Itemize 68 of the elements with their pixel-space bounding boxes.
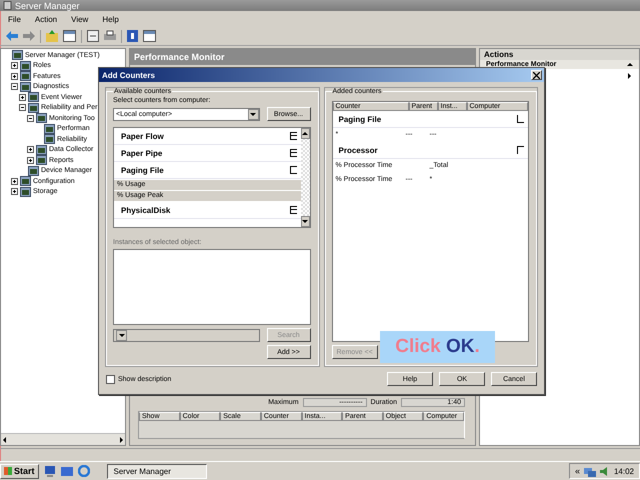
expand-icon[interactable] xyxy=(290,206,296,214)
object-name: Processor xyxy=(338,146,378,154)
window-icon xyxy=(36,144,47,155)
window-title: Server Manager xyxy=(15,0,80,10)
menu-item[interactable]: View xyxy=(71,14,88,24)
browser-icon[interactable] xyxy=(78,465,90,477)
expand-icon[interactable] xyxy=(290,132,296,140)
scrollbar[interactable] xyxy=(300,128,310,227)
help-icon[interactable] xyxy=(127,30,138,42)
caret-icon xyxy=(628,73,631,79)
expand-icon[interactable] xyxy=(517,146,524,154)
window-pane-icon[interactable] xyxy=(143,30,156,42)
start-button[interactable]: Start xyxy=(0,464,39,478)
menu-item[interactable]: File xyxy=(8,14,21,24)
expand-toggle[interactable] xyxy=(27,146,34,154)
window-icon xyxy=(28,102,39,113)
expand-toggle[interactable] xyxy=(11,178,18,185)
collapse-toggle[interactable] xyxy=(27,114,34,122)
window-icon xyxy=(36,155,47,166)
instance-list[interactable] xyxy=(113,248,310,325)
object-item[interactable]: Paper Pipe xyxy=(114,145,300,162)
expand-toggle[interactable] xyxy=(27,156,34,164)
window-icon xyxy=(20,176,31,186)
window-icon xyxy=(44,134,55,144)
window-pane-icon[interactable] xyxy=(87,30,99,42)
window-icon xyxy=(20,71,31,82)
object-item[interactable]: Paging File xyxy=(114,162,300,179)
printer-icon[interactable] xyxy=(104,30,116,42)
taskbar-button[interactable]: Server Manager xyxy=(106,464,207,478)
window-pane-icon[interactable] xyxy=(63,30,76,42)
close-button[interactable] xyxy=(531,70,542,80)
window-icon xyxy=(20,60,31,71)
dialog-title: Add Counters xyxy=(102,70,155,80)
menu-item[interactable]: Action xyxy=(34,14,58,24)
window-icon xyxy=(20,82,31,92)
object-item[interactable]: Paper Flow xyxy=(114,128,300,145)
checkbox[interactable] xyxy=(106,374,115,384)
expand-toggle[interactable] xyxy=(19,94,26,101)
window-icon xyxy=(12,50,23,60)
desktop-icon[interactable] xyxy=(60,466,73,476)
expand-toggle[interactable] xyxy=(11,62,18,70)
expand-icon[interactable] xyxy=(290,149,296,157)
window-icon xyxy=(28,166,39,176)
computer-icon[interactable] xyxy=(44,466,56,476)
object-name: Paging File xyxy=(338,114,382,124)
scrollbar[interactable] xyxy=(1,433,125,445)
panel-header: Performance Monitor xyxy=(130,49,475,65)
object-item[interactable]: PhysicalDisk xyxy=(114,202,300,219)
clock: 14:02 xyxy=(614,466,634,476)
collapse-icon[interactable] xyxy=(290,166,296,174)
network-icon[interactable] xyxy=(584,466,596,476)
collapse-toggle[interactable] xyxy=(11,83,18,90)
collapse-icon[interactable] xyxy=(517,115,524,123)
tray-expand-button[interactable]: « xyxy=(574,466,580,476)
window-icon xyxy=(44,124,55,134)
window-icon xyxy=(36,113,47,124)
expand-toggle[interactable] xyxy=(11,72,18,80)
menu-item[interactable]: Help xyxy=(102,14,119,24)
window-icon xyxy=(20,186,31,197)
window-icon xyxy=(28,92,39,102)
callout: Click OK. xyxy=(380,331,495,363)
expand-toggle[interactable] xyxy=(11,188,18,196)
speaker-icon[interactable] xyxy=(600,466,610,476)
collapse-toggle[interactable] xyxy=(19,104,26,112)
caret-icon xyxy=(627,63,633,66)
panel-header: Actions xyxy=(480,49,639,60)
back-arrow-icon[interactable] xyxy=(6,31,18,41)
search-field[interactable] xyxy=(113,328,260,342)
